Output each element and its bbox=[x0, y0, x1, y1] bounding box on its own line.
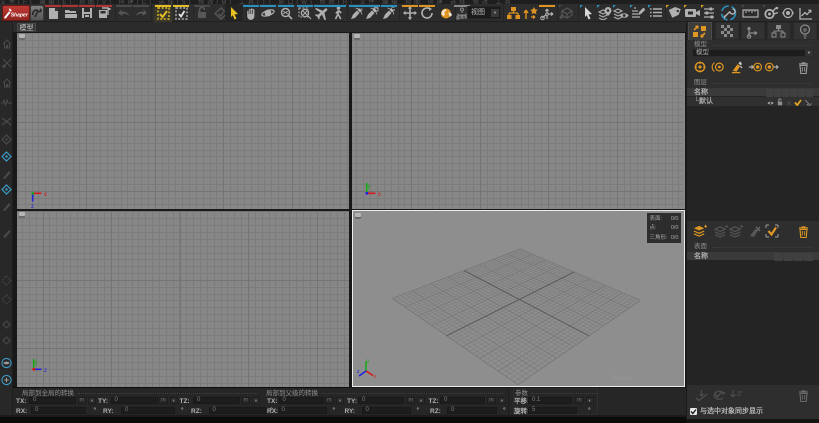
svg-text:y: y bbox=[35, 360, 38, 366]
svg-text:x: x bbox=[378, 192, 381, 198]
svg-text:x: x bbox=[373, 374, 376, 378]
svg-text:y: y bbox=[368, 184, 371, 190]
svg-text:z: z bbox=[357, 369, 360, 375]
svg-text:z: z bbox=[31, 204, 34, 209]
svg-text:y: y bbox=[367, 358, 370, 364]
svg-text:G: G bbox=[391, 7, 395, 13]
svg-text:z: z bbox=[44, 368, 47, 374]
svg-text:x: x bbox=[44, 192, 47, 198]
svg-text:Shaper: Shaper bbox=[11, 12, 29, 18]
